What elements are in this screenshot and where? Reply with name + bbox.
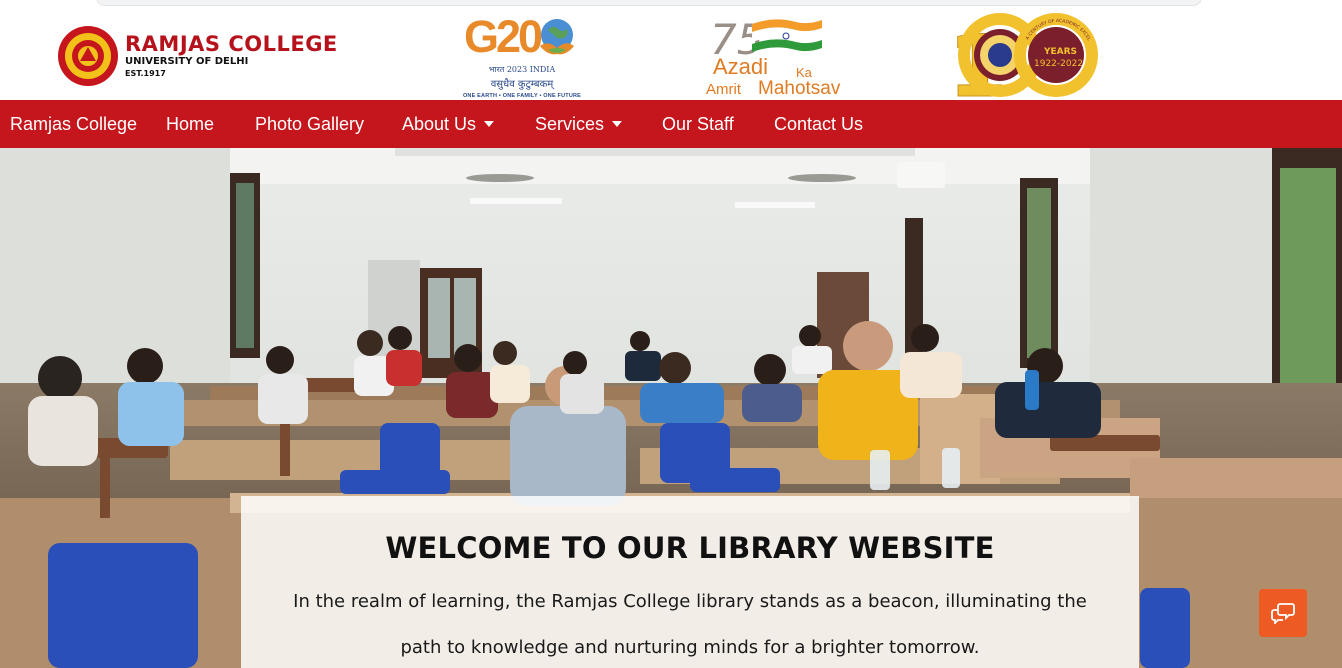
- logo-header: RAMJAS COLLEGE UNIVERSITY OF DELHI EST.1…: [0, 10, 1342, 100]
- du-centenary-100-years-logo: 1 YEARS 1922-2022 A CENTURY OF ACADEMIC …: [948, 10, 1098, 100]
- nav-item-contact-us[interactable]: Contact Us: [774, 100, 863, 148]
- ramjas-seal-icon: [58, 26, 118, 86]
- azadi-amrit-word: Amrit: [706, 81, 741, 98]
- ramjas-logo[interactable]: RAMJAS COLLEGE UNIVERSITY OF DELHI EST.1…: [57, 25, 338, 87]
- nav-item-our-staff[interactable]: Our Staff: [662, 100, 734, 148]
- centenary-years-label: YEARS: [1043, 47, 1077, 57]
- chevron-down-icon: [484, 121, 495, 128]
- nav-item-home[interactable]: Home: [166, 100, 214, 148]
- college-name: RAMJAS COLLEGE: [125, 32, 338, 56]
- nav-item-about-us[interactable]: About Us: [402, 100, 495, 148]
- azadi-mahotsav-word: Mahotsav: [758, 78, 841, 99]
- lotus-globe-icon: [540, 19, 574, 55]
- azadi-ka-amrit-mahotsav-logo: 75 Azadi Ka Amrit Mahotsav: [706, 14, 856, 100]
- welcome-title: WELCOME TO OUR LIBRARY WEBSITE: [385, 531, 995, 565]
- browser-address-strip: [0, 0, 1342, 10]
- address-bar[interactable]: [96, 0, 1202, 6]
- nav-item-home-label: Home: [166, 114, 215, 134]
- nav-item-services-label: Services: [535, 114, 605, 134]
- g20-title: G20: [464, 11, 543, 62]
- g20-tagline: ONE EARTH • ONE FAMILY • ONE FUTURE: [462, 93, 582, 99]
- hero-banner: WELCOME TO OUR LIBRARY WEBSITE In the re…: [0, 148, 1342, 668]
- welcome-text: In the realm of learning, the Ramjas Col…: [293, 591, 1087, 658]
- g20-motto: वसुधैव कुटुम्बकम्: [490, 79, 554, 90]
- chat-button[interactable]: [1259, 589, 1307, 637]
- g20-logo: G20 भारत 2023 INDIA वसुधैव कुटुम्बकम् ON…: [448, 12, 596, 100]
- established-year: EST.1917: [125, 69, 166, 78]
- chevron-down-icon: [612, 121, 623, 128]
- nav-item-photo-gallery[interactable]: Photo Gallery: [255, 100, 364, 148]
- g20-india-line: भारत 2023 INDIA: [488, 65, 556, 74]
- chat-bubbles-icon: [1271, 603, 1295, 624]
- nav-item-our-staff-label: Our Staff: [662, 114, 734, 134]
- nav-item-contact-us-label: Contact Us: [774, 114, 864, 134]
- centenary-years-range: 1922-2022: [1034, 59, 1083, 69]
- nav-item-about-us-label: About Us: [402, 114, 477, 134]
- nav-item-photo-gallery-label: Photo Gallery: [255, 114, 365, 134]
- welcome-card: WELCOME TO OUR LIBRARY WEBSITE In the re…: [241, 496, 1139, 668]
- nav-item-services[interactable]: Services: [535, 100, 623, 148]
- university-name: UNIVERSITY OF DELHI: [125, 56, 249, 67]
- main-navbar: Ramjas College Home Photo Gallery About …: [0, 100, 1342, 148]
- azadi-word: Azadi: [713, 54, 769, 79]
- nav-brand-ramjas-college[interactable]: Ramjas College: [10, 100, 137, 148]
